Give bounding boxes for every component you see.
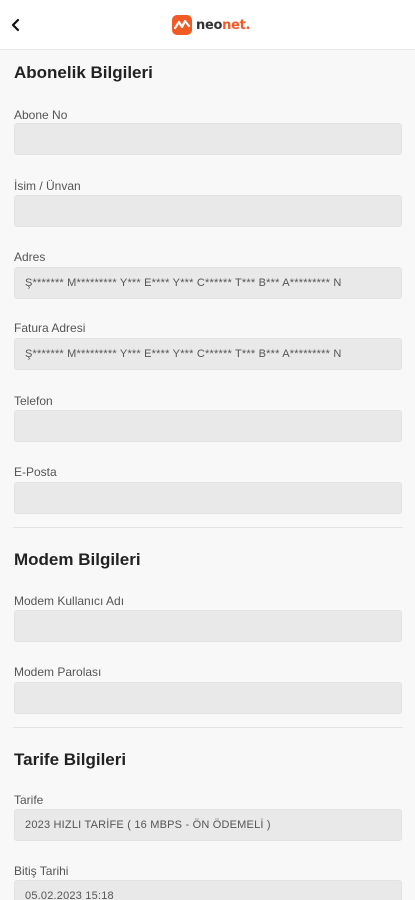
chevron-left-icon [11, 18, 20, 32]
name-title-field [14, 195, 402, 227]
email-field [14, 482, 402, 514]
field-label: İsim / Ünvan [14, 179, 81, 193]
field-label: Abone No [14, 108, 68, 122]
section-title-subscription: Abonelik Bilgileri [14, 63, 153, 82]
top-bar: neonet. [0, 0, 415, 50]
section-divider [13, 727, 403, 728]
brand-logo: neonet. [171, 14, 250, 36]
neonet-logo-icon [172, 15, 192, 35]
modem-password-field [14, 682, 402, 714]
tariff-field: 2023 HIZLI TARİFE ( 16 MBPS - ÖN ÖDEMELİ… [14, 809, 402, 841]
end-date-field: 05.02.2023 15:18 [14, 880, 402, 900]
field-label: Modem Parolası [14, 665, 102, 679]
section-divider [13, 527, 403, 528]
field-label: Fatura Adresi [14, 321, 86, 335]
section-title-tariff: Tarife Bilgileri [14, 750, 127, 769]
billing-address-field: Ş******* M********* Y*** E**** Y*** C***… [14, 338, 402, 370]
content: Abonelik Bilgileri Abone No İsim / Ünvan… [0, 50, 415, 900]
field-label: E-Posta [14, 465, 57, 479]
logo-text-accent: net. [222, 17, 251, 33]
section-title-modem: Modem Bilgileri [14, 550, 141, 569]
logo-text-dark: neo [196, 17, 223, 33]
field-label: Adres [14, 250, 46, 264]
field-label: Telefon [14, 394, 53, 408]
field-label: Tarife [14, 793, 44, 807]
phone-field [14, 410, 402, 442]
back-button[interactable] [4, 13, 28, 37]
field-label: Modem Kullanıcı Adı [14, 594, 125, 608]
logo-text: neonet. [196, 19, 250, 32]
modem-username-field [14, 610, 402, 642]
field-label: Bitiş Tarihi [14, 864, 69, 878]
subscriber-no-field [14, 123, 402, 155]
address-field: Ş******* M********* Y*** E**** Y*** C***… [14, 267, 402, 299]
